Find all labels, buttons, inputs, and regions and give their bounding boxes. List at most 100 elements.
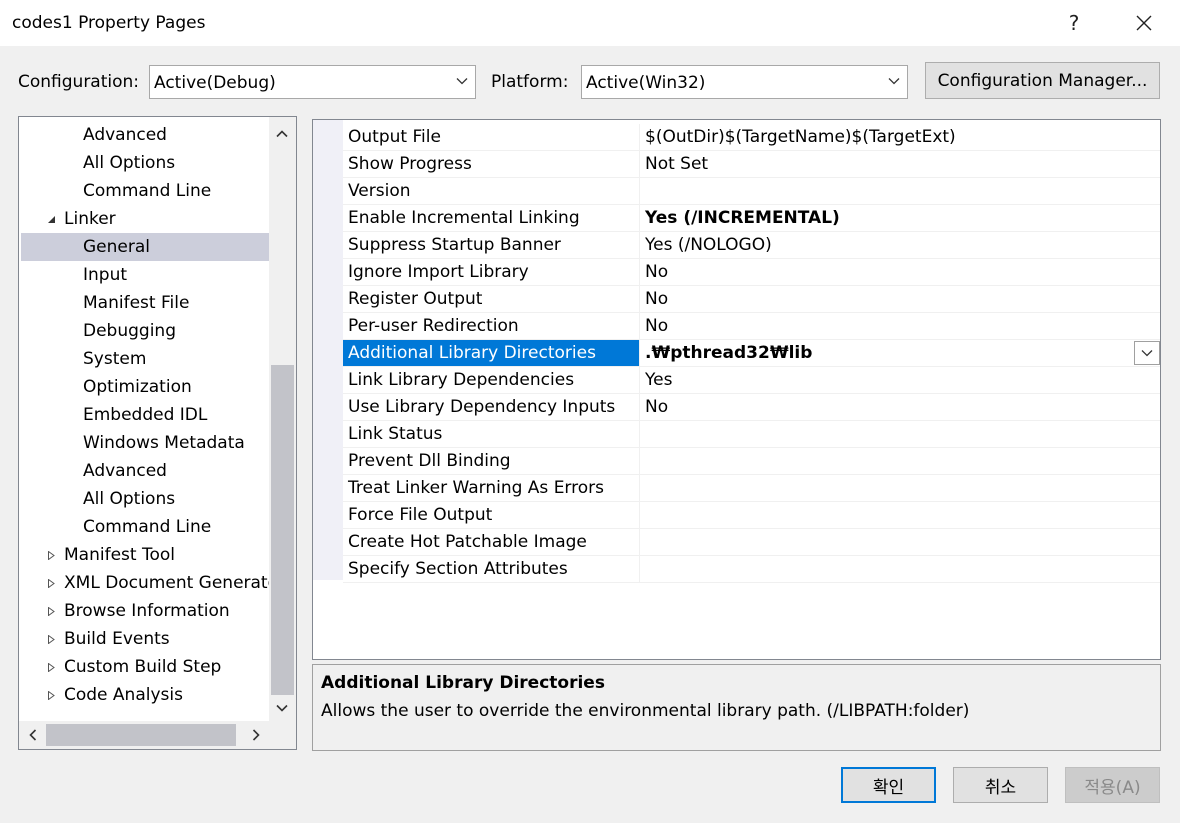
title-bar: codes1 Property Pages ?	[0, 0, 1180, 46]
tree-item-all-options[interactable]: All Options	[21, 485, 269, 513]
tree-item-label: All Options	[83, 153, 176, 173]
tree-item-label: Browse Information	[64, 601, 230, 621]
property-row[interactable]: Force File Output	[343, 502, 1160, 529]
tree-horizontal-scrollbar[interactable]	[19, 721, 296, 749]
tree-item-browse-information[interactable]: Browse Information	[21, 597, 269, 625]
collapsed-triangle-icon[interactable]	[47, 579, 56, 588]
tree-item-advanced[interactable]: Advanced	[21, 121, 269, 149]
configuration-manager-button[interactable]: Configuration Manager...	[925, 62, 1160, 99]
property-row[interactable]: Treat Linker Warning As Errors	[343, 475, 1160, 502]
property-row[interactable]: Ignore Import Library No	[343, 259, 1160, 286]
chevron-down-icon	[456, 78, 468, 85]
property-row[interactable]: Link Library Dependencies Yes	[343, 367, 1160, 394]
property-row[interactable]: Enable Incremental Linking Yes (/INCREMEN…	[343, 205, 1160, 232]
property-value	[641, 475, 1160, 501]
property-row[interactable]: Specify Section Attributes	[343, 556, 1160, 583]
chevron-down-icon	[888, 78, 900, 85]
tree-item-xml-document-generato[interactable]: XML Document Generato	[21, 569, 269, 597]
tree-item-optimization[interactable]: Optimization	[21, 373, 269, 401]
tree-item-command-line[interactable]: Command Line	[21, 177, 269, 205]
tree-horizontal-scroll-thumb[interactable]	[46, 724, 236, 746]
tree-items: Advanced All Options Command Line Linker Gen…	[19, 117, 269, 721]
property-name: Use Library Dependency Inputs	[343, 394, 640, 420]
property-value: Yes (/NOLOGO)	[645, 235, 772, 255]
tree-item-code-analysis[interactable]: Code Analysis	[21, 681, 269, 709]
tree-item-label: Command Line	[83, 181, 212, 201]
property-row[interactable]: Output File $(OutDir)$(TargetName)$(Targe…	[343, 124, 1160, 151]
property-row[interactable]: Link Status	[343, 421, 1160, 448]
tree-vertical-scrollbar[interactable]	[269, 117, 296, 721]
property-name: Per-user Redirection	[343, 313, 640, 339]
tree-item-label: Advanced	[83, 125, 167, 145]
property-name: Additional Library Directories	[343, 340, 640, 366]
property-name: Suppress Startup Banner	[343, 232, 640, 258]
property-row[interactable]: Use Library Dependency Inputs No	[343, 394, 1160, 421]
property-row[interactable]: Register Output No	[343, 286, 1160, 313]
property-row[interactable]: Suppress Startup Banner Yes (/NOLOGO)	[343, 232, 1160, 259]
tree-item-advanced[interactable]: Advanced	[21, 457, 269, 485]
value-dropdown-button[interactable]	[1134, 341, 1160, 365]
property-name: Register Output	[343, 286, 640, 312]
configuration-combo[interactable]: Active(Debug)	[149, 65, 476, 99]
tree-item-embedded-idl[interactable]: Embedded IDL	[21, 401, 269, 429]
tree-item-build-events[interactable]: Build Events	[21, 625, 269, 653]
property-value: No	[645, 262, 669, 282]
platform-value: Active(Win32)	[586, 73, 706, 93]
chevron-right-icon[interactable]	[249, 728, 263, 742]
window-title: codes1 Property Pages	[12, 13, 206, 33]
collapsed-triangle-icon[interactable]	[47, 607, 56, 616]
platform-combo[interactable]: Active(Win32)	[581, 65, 908, 99]
property-row[interactable]: Additional Library Directories .₩pthread3…	[343, 340, 1160, 367]
tree-item-input[interactable]: Input	[21, 261, 269, 289]
tree-item-general[interactable]: General	[21, 233, 269, 261]
tree-item-windows-metadata[interactable]: Windows Metadata	[21, 429, 269, 457]
tree-vertical-scroll-thumb[interactable]	[271, 365, 294, 695]
property-row[interactable]: Show Progress Not Set	[343, 151, 1160, 178]
close-button[interactable]	[1120, 6, 1168, 40]
chevron-down-icon[interactable]	[275, 701, 289, 715]
configuration-label: Configuration:	[18, 72, 140, 92]
property-name: Treat Linker Warning As Errors	[343, 475, 640, 501]
collapsed-triangle-icon[interactable]	[47, 663, 56, 672]
property-row[interactable]: Per-user Redirection No	[343, 313, 1160, 340]
collapsed-triangle-icon[interactable]	[47, 691, 56, 700]
tree-item-linker[interactable]: Linker	[21, 205, 269, 233]
property-value	[641, 178, 1160, 204]
ok-label: 확인	[872, 777, 905, 798]
ok-button[interactable]: 확인	[841, 767, 936, 803]
tree-item-label: Input	[83, 265, 128, 285]
tree-item-all-options[interactable]: All Options	[21, 149, 269, 177]
chevron-left-icon[interactable]	[26, 728, 40, 742]
tree-item-debugging[interactable]: Debugging	[21, 317, 269, 345]
collapsed-triangle-icon[interactable]	[47, 635, 56, 644]
property-value: No	[645, 397, 669, 417]
property-name: Enable Incremental Linking	[343, 205, 640, 231]
tree-item-manifest-file[interactable]: Manifest File	[21, 289, 269, 317]
collapsed-triangle-icon[interactable]	[47, 551, 56, 560]
help-button[interactable]: ?	[1050, 6, 1098, 40]
property-value[interactable]: .₩pthread32₩lib	[641, 340, 1160, 366]
tree-item-label: All Options	[83, 489, 176, 509]
cancel-label: 취소	[984, 777, 1017, 798]
tree-item-label: Embedded IDL	[83, 405, 208, 425]
tree-item-label: Debugging	[83, 321, 176, 341]
tree-item-command-line[interactable]: Command Line	[21, 513, 269, 541]
property-name: Prevent Dll Binding	[343, 448, 640, 474]
property-value: $(OutDir)$(TargetName)$(TargetExt)	[645, 127, 956, 147]
property-value	[641, 556, 1160, 582]
property-grid: Output File $(OutDir)$(TargetName)$(Targe…	[312, 119, 1161, 660]
chevron-up-icon[interactable]	[275, 127, 289, 141]
tree-item-custom-build-step[interactable]: Custom Build Step	[21, 653, 269, 681]
cancel-button[interactable]: 취소	[953, 767, 1048, 803]
expanded-triangle-icon[interactable]	[47, 215, 56, 224]
property-row[interactable]: Prevent Dll Binding	[343, 448, 1160, 475]
help-icon: ?	[1068, 11, 1080, 35]
property-row[interactable]: Create Hot Patchable Image	[343, 529, 1160, 556]
property-value	[641, 421, 1160, 447]
tree-item-label: Linker	[64, 209, 116, 229]
property-row[interactable]: Version	[343, 178, 1160, 205]
tree-item-manifest-tool[interactable]: Manifest Tool	[21, 541, 269, 569]
tree-item-system[interactable]: System	[21, 345, 269, 373]
tree-item-label: Optimization	[83, 377, 192, 397]
apply-button[interactable]: 적용(A)	[1065, 767, 1160, 803]
